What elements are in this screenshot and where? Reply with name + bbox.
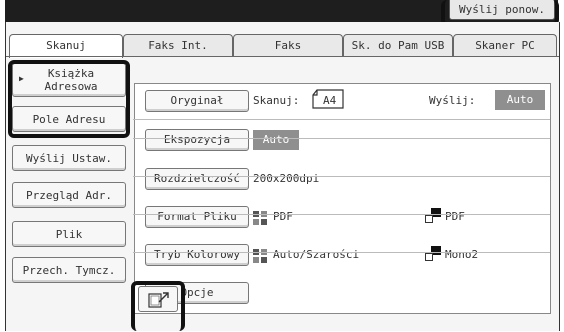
file-button[interactable]: Plik xyxy=(12,221,126,247)
send-size-value: Auto xyxy=(495,90,545,110)
row-separator xyxy=(133,252,550,253)
preview-highlight xyxy=(131,281,185,331)
scan-content: ▶ Książka Adresowa Pole Adresu Wyślij Us… xyxy=(6,56,559,332)
row-separator xyxy=(133,214,550,215)
sidebar-highlight xyxy=(8,60,130,138)
color-mode-mono-value: Mono2 xyxy=(445,248,479,261)
tab-internet-fax[interactable]: Faks Int. xyxy=(123,34,233,56)
resolution-value: 200x200dpi xyxy=(253,172,320,185)
file-format-color-value: PDF xyxy=(273,210,293,223)
original-button[interactable]: Oryginał xyxy=(145,90,249,112)
resolution-button[interactable]: Rozdzielczość xyxy=(145,168,249,190)
quick-file-button[interactable]: Przech. Tymcz. xyxy=(12,257,126,283)
row-separator xyxy=(133,119,550,120)
color-mode-button[interactable]: Tryb Kolorowy xyxy=(145,244,249,266)
tab-fax[interactable]: Faks xyxy=(233,34,343,56)
scan-size-label: Skanuj: xyxy=(253,94,300,107)
row-separator xyxy=(133,176,550,177)
color-mode-color-value: Auto/Szarości xyxy=(273,248,360,261)
file-format-mono-value: PDF xyxy=(445,210,465,223)
scan-size-value: A4 xyxy=(323,94,337,107)
settings-frame: Oryginał Skanuj: A4 Wyślij: Auto Ekspozy… xyxy=(134,83,551,314)
send-size-label: Wyślij: xyxy=(429,94,476,107)
row-separator xyxy=(133,138,550,139)
exposure-value: Auto xyxy=(253,130,299,150)
tab-scan-to-usb[interactable]: Sk. do Pam USB xyxy=(343,34,453,56)
mono-mode-icon xyxy=(425,208,441,224)
color-mode-icon xyxy=(253,210,267,225)
address-review-button[interactable]: Przegląd Adr. xyxy=(12,182,126,208)
exposure-button[interactable]: Ekspozycja xyxy=(145,129,249,151)
file-format-button[interactable]: Format Pliku xyxy=(145,206,249,228)
mono-mode-icon-2 xyxy=(425,246,441,262)
tab-scan[interactable]: Skanuj xyxy=(9,34,123,58)
tab-pc-scan[interactable]: Skaner PC xyxy=(453,34,557,56)
send-settings-button[interactable]: Wyślij Ustaw. xyxy=(12,145,126,171)
color-mode-icon-2 xyxy=(253,248,267,263)
mode-tabs: Skanuj Faks Int. Faks Sk. do Pam USB Ska… xyxy=(6,34,559,58)
